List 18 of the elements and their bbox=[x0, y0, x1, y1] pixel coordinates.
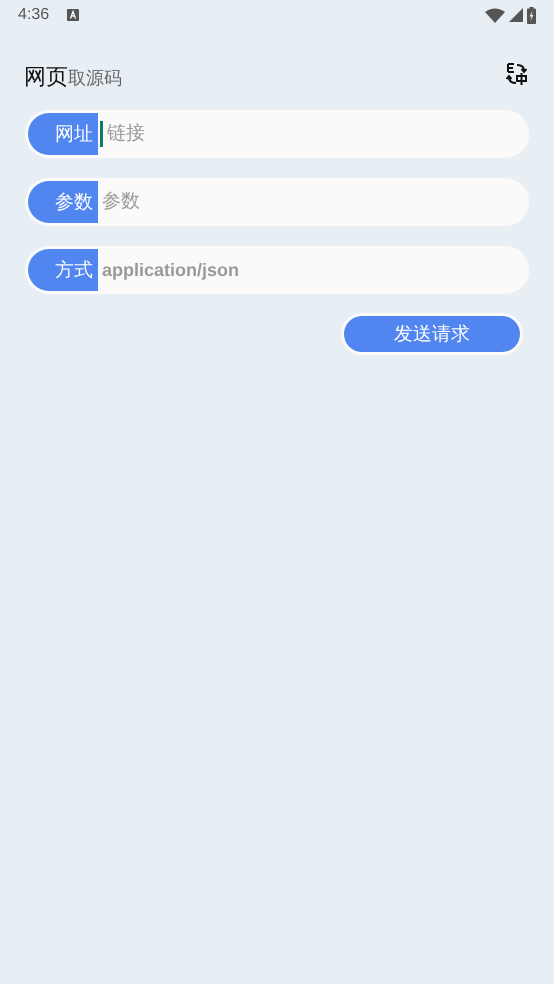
text-input[interactable]: 链接 bbox=[103, 114, 526, 154]
field-label: 网址 bbox=[28, 113, 98, 155]
app-title: 网页 bbox=[24, 64, 68, 92]
battery-icon bbox=[527, 6, 536, 24]
text-input[interactable]: application/json bbox=[98, 250, 526, 290]
status-time: 4:36 bbox=[18, 6, 50, 24]
wifi-icon bbox=[485, 8, 505, 22]
app-subtitle: 取源码 bbox=[68, 67, 122, 91]
input-field[interactable]: 网址 链接 bbox=[25, 110, 529, 158]
field-label: 参数 bbox=[28, 181, 98, 223]
field-label: 方式 bbox=[28, 249, 98, 291]
input-field[interactable]: 参数 参数 bbox=[25, 178, 529, 226]
input-field[interactable]: 方式 application/json bbox=[25, 246, 529, 294]
signal-icon bbox=[509, 8, 523, 22]
translate-icon[interactable] bbox=[506, 62, 528, 86]
text-input[interactable]: 参数 bbox=[98, 182, 526, 222]
keyboard-notification-icon bbox=[67, 9, 80, 21]
send-request-button[interactable]: 发送请求 bbox=[341, 313, 523, 355]
